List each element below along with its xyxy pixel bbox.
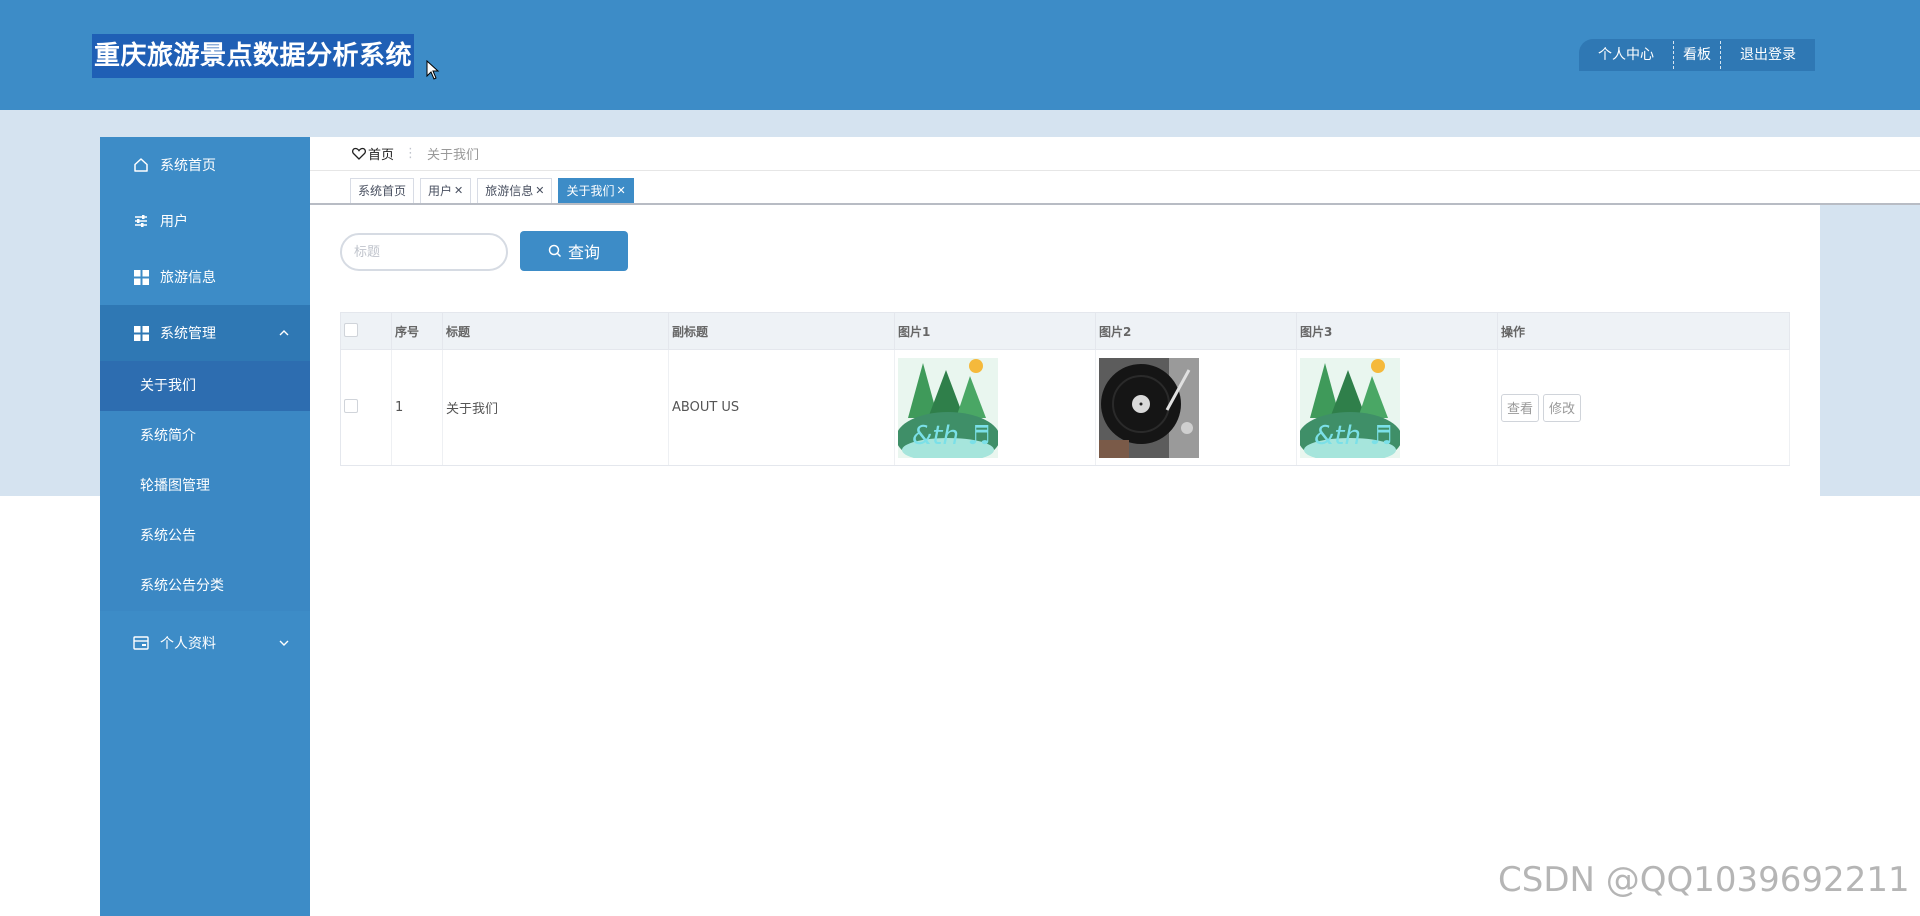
column-header: 序号 [391,312,443,350]
tab-about-us[interactable]: 关于我们 ✕ [558,178,634,203]
sidebar-item-users[interactable]: 用户 [100,193,310,249]
card-icon [132,634,150,652]
tab-label: 旅游信息 [485,184,534,198]
personal-center-link[interactable]: 个人中心 [1579,39,1673,71]
sidebar-item-label: 个人资料 [160,636,216,652]
logout-link[interactable]: 退出登录 [1721,39,1815,71]
sidebar-subitem-announcements[interactable]: 系统公告 [100,511,310,561]
breadcrumb-home-label: 首页 [368,148,395,163]
tab-label: 关于我们 [566,184,615,198]
search-button[interactable]: 查询 [520,231,628,271]
breadcrumb: 首页 ⋮ 关于我们 [310,137,1920,171]
sidebar: 系统首页 用户 旅游信息 系统管理 关于我们 系统简介 轮播图管理 系统公告 系… [100,137,310,916]
column-header: 图片2 [1095,312,1297,350]
tab-travel-info[interactable]: 旅游信息 ✕ [477,178,553,203]
heart-icon [352,147,366,160]
breadcrumb-current: 关于我们 [427,148,480,163]
title-cell: 关于我们 [442,349,669,466]
edit-button[interactable]: 修改 [1543,393,1582,422]
sidebar-item-profile[interactable]: 个人资料 [100,615,310,671]
image3-cell: &th ♬ [1296,349,1498,466]
search-button-label: 查询 [567,243,600,262]
chevron-up-icon [279,330,289,336]
view-button[interactable]: 查看 [1501,393,1540,422]
row-select-cell [340,349,392,466]
row-checkbox[interactable] [344,398,358,413]
grid-icon [132,268,150,286]
grid-icon [132,324,150,342]
top-header-bar: 重庆旅游景点数据分析系统 个人中心 看板 退出登录 [0,0,1920,110]
sidebar-subitem-carousel[interactable]: 轮播图管理 [100,461,310,511]
select-all-cell [340,312,392,350]
dashboard-link[interactable]: 看板 [1674,39,1720,71]
close-icon[interactable]: ✕ [617,179,626,203]
mouse-cursor-icon [426,60,440,80]
sidebar-subitem-system-intro[interactable]: 系统简介 [100,411,310,461]
sidebar-item-label: 系统管理 [160,326,216,342]
sidebar-item-home[interactable]: 系统首页 [100,137,310,193]
home-icon [132,156,150,174]
data-table: 序号 标题 副标题 图片1 图片2 图片3 操作 1 关于我们 ABOUT US [340,312,1790,466]
actions-cell: 查看 修改 [1497,349,1790,466]
select-all-checkbox[interactable] [344,322,358,337]
vinyl-turntable-image[interactable] [1099,357,1199,458]
app-title: 重庆旅游景点数据分析系统 [92,34,415,78]
title-search-input[interactable] [340,233,508,271]
forest-illustration-image[interactable]: &th ♬ [898,357,998,458]
submenu-system-management: 关于我们 系统简介 轮播图管理 系统公告 系统公告分类 [100,361,310,611]
header-actions: 个人中心 看板 退出登录 [1579,39,1815,71]
svg-text:&th ♬: &th ♬ [912,421,991,451]
column-header: 图片1 [894,312,1096,350]
tab-label: 系统首页 [358,184,407,198]
index-cell: 1 [391,349,443,466]
column-header: 图片3 [1296,312,1498,350]
tab-users[interactable]: 用户 ✕ [420,178,472,203]
sliders-icon [132,212,150,230]
watermark: CSDN @QQ1039692211 [1498,860,1910,900]
chevron-down-icon [279,640,289,646]
image1-cell: &th ♬ [894,349,1096,466]
sidebar-item-label: 系统首页 [160,158,216,174]
tabs-bar: 系统首页 用户 ✕ 旅游信息 ✕ 关于我们 ✕ [310,171,1920,205]
tab-label: 用户 [428,184,453,198]
column-header: 标题 [442,312,669,350]
column-header: 操作 [1497,312,1790,350]
table-header-row: 序号 标题 副标题 图片1 图片2 图片3 操作 [340,312,1790,350]
column-header: 副标题 [668,312,895,350]
search-icon [548,244,562,258]
breadcrumb-home[interactable]: 首页 [352,144,394,163]
sidebar-subitem-announcement-category[interactable]: 系统公告分类 [100,561,310,611]
close-icon[interactable]: ✕ [454,179,463,203]
sidebar-item-label: 用户 [160,214,188,230]
sidebar-item-label: 旅游信息 [160,270,216,286]
main-panel: 首页 ⋮ 关于我们 系统首页 用户 ✕ 旅游信息 ✕ 关于我们 ✕ 查询 [310,137,1920,496]
forest-illustration-image[interactable]: &th ♬ [1300,357,1400,458]
subtitle-cell: ABOUT US [668,349,895,466]
tab-system-home[interactable]: 系统首页 [350,178,415,203]
svg-text:&th ♬: &th ♬ [1314,421,1393,451]
sidebar-item-travel-info[interactable]: 旅游信息 [100,249,310,305]
sidebar-subitem-about-us[interactable]: 关于我们 [100,361,310,411]
sidebar-item-system-management[interactable]: 系统管理 [100,305,310,361]
table-row: 1 关于我们 ABOUT US &th ♬ &th ♬ 查看 修改 [340,349,1790,466]
breadcrumb-separator: ⋮ [404,146,418,161]
image2-cell [1095,349,1297,466]
close-icon[interactable]: ✕ [535,179,544,203]
